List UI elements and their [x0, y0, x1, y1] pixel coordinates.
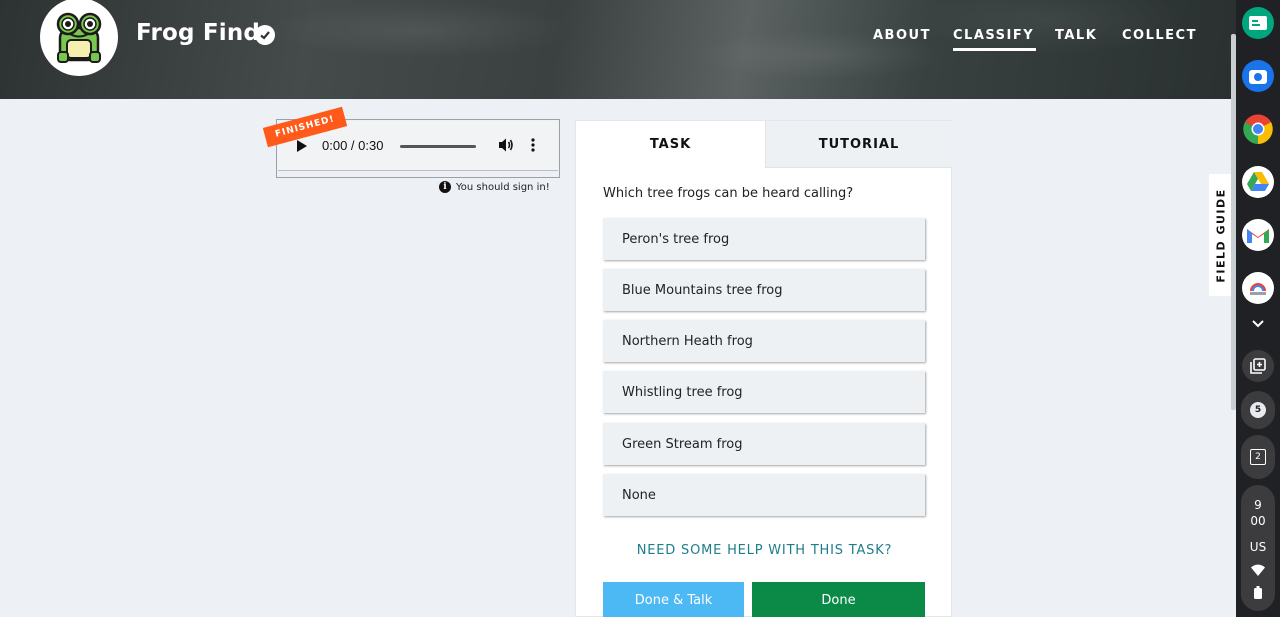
nav-collect[interactable]: COLLECT	[1122, 28, 1197, 43]
tab-task[interactable]: TASK	[576, 121, 765, 168]
classroom-app-icon[interactable]	[1242, 7, 1274, 39]
verified-check-icon	[255, 25, 275, 45]
nav-about[interactable]: ABOUT	[873, 28, 931, 43]
task-panel: TASK TUTORIAL Which tree frogs can be he…	[575, 120, 952, 617]
site-header	[0, 0, 1236, 99]
more-options-icon[interactable]	[530, 137, 536, 157]
web-app-icon[interactable]	[1242, 272, 1274, 304]
desk-number: 2	[1250, 449, 1266, 465]
answer-option[interactable]: Whistling tree frog	[603, 371, 925, 413]
project-title: Frog Find	[136, 20, 261, 46]
field-guide-tab[interactable]: FIELD GUIDE	[1209, 174, 1233, 296]
clock-minute: 00	[1250, 514, 1266, 528]
nav-talk[interactable]: TALK	[1055, 28, 1097, 43]
field-guide-label: FIELD GUIDE	[1214, 187, 1228, 283]
answer-option[interactable]: Blue Mountains tree frog	[603, 269, 925, 311]
task-question: Which tree frogs can be heard calling?	[603, 186, 854, 201]
answer-option[interactable]: Green Stream frog	[603, 423, 925, 465]
gmail-app-icon[interactable]	[1242, 219, 1274, 251]
audio-progress-slider[interactable]	[400, 145, 476, 148]
sign-in-notice-text: You should sign in!	[456, 181, 550, 193]
clock-hour: 9	[1254, 498, 1262, 512]
system-tray[interactable]: 9 00 US	[1241, 485, 1275, 611]
audio-time: 0:00 / 0:30	[322, 138, 384, 153]
info-icon: i	[439, 181, 451, 193]
screen-capture-icon[interactable]	[1242, 350, 1274, 382]
answer-option[interactable]: Peron's tree frog	[603, 218, 925, 260]
desk-switcher[interactable]: 2	[1241, 435, 1275, 479]
volume-icon[interactable]	[498, 137, 514, 157]
os-shelf: 5 2 9 00 US	[1236, 0, 1280, 617]
tab-tutorial[interactable]: TUTORIAL	[765, 121, 952, 168]
notification-count-badge: 5	[1250, 402, 1266, 418]
chevron-down-icon[interactable]	[1242, 308, 1274, 340]
drive-app-icon[interactable]	[1242, 166, 1274, 198]
done-button[interactable]: Done	[752, 582, 925, 617]
notifications-indicator[interactable]: 5	[1241, 391, 1275, 429]
answer-option[interactable]: Northern Heath frog	[603, 320, 925, 362]
answer-option[interactable]: None	[603, 474, 925, 516]
sign-in-notice: i You should sign in!	[439, 181, 550, 193]
wifi-icon	[1251, 561, 1265, 580]
frog-logo-icon[interactable]	[40, 0, 118, 76]
nav-classify[interactable]: CLASSIFY	[953, 28, 1037, 51]
camera-app-icon[interactable]	[1242, 60, 1274, 92]
play-icon[interactable]	[297, 140, 307, 152]
task-help-link[interactable]: NEED SOME HELP WITH THIS TASK?	[576, 543, 953, 558]
battery-icon	[1254, 584, 1262, 603]
chrome-app-icon[interactable]	[1242, 113, 1274, 145]
done-and-talk-button[interactable]: Done & Talk	[603, 582, 744, 617]
keyboard-locale: US	[1249, 540, 1267, 554]
